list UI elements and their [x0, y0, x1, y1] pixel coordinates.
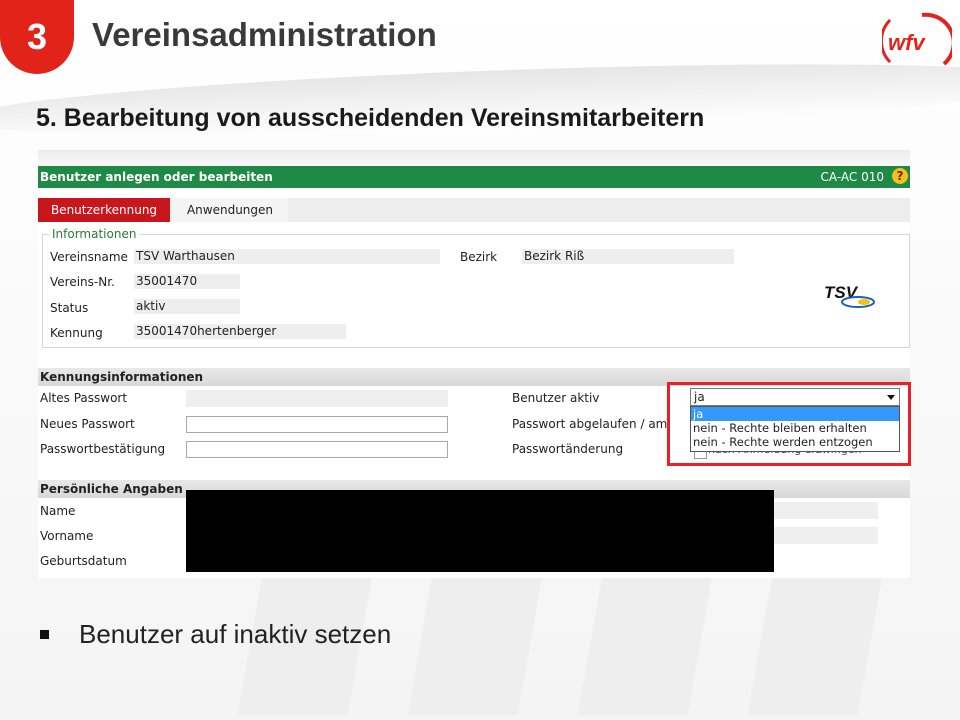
tab-anwendungen[interactable]: Anwendungen	[172, 198, 288, 222]
bezirk-value: Bezirk Riß	[522, 249, 734, 264]
tab-benutzerkennung[interactable]: Benutzerkennung	[38, 198, 170, 222]
tab-bar: Benutzerkennung Anwendungen	[38, 198, 910, 222]
chapter-badge: 3	[0, 0, 74, 74]
status-label: Status	[50, 301, 89, 315]
app-screenshot: Benutzer anlegen oder bearbeiten CA-AC 0…	[38, 150, 911, 578]
passwortaenderung-label: Passwortänderung	[512, 442, 624, 456]
bezirk-label: Bezirk	[460, 250, 498, 264]
passwortbestaetigung-label: Passwortbestätigung	[40, 442, 166, 456]
vorname-label: Vorname	[40, 529, 94, 543]
passwort-abgelaufen-label: Passwort abgelaufen / am	[512, 417, 668, 431]
highlight-frame	[667, 382, 911, 466]
section-subtitle: 5. Bearbeitung von ausscheidenden Verein…	[36, 104, 705, 132]
neues-passwort-input[interactable]	[186, 416, 448, 433]
informationen-legend: Informationen	[49, 227, 140, 241]
passwortbestaetigung-input[interactable]	[186, 441, 448, 458]
neues-passwort-label: Neues Passwort	[40, 417, 135, 431]
club-logo: TSV	[824, 283, 875, 308]
bullet-point: Benutzer auf inaktiv setzen	[40, 619, 391, 650]
status-value: aktiv	[134, 299, 240, 314]
window-top-strip	[38, 150, 910, 166]
altes-passwort-input[interactable]	[186, 390, 448, 407]
benutzer-aktiv-label: Benutzer aktiv	[512, 391, 600, 405]
vereinsname-label: Vereinsname	[50, 250, 128, 264]
altes-passwort-label: Altes Passwort	[40, 391, 128, 405]
geburtsdatum-label: Geburtsdatum	[40, 554, 127, 568]
redaction-block	[186, 490, 774, 572]
name-label: Name	[40, 504, 76, 518]
club-logo-text: TSV	[824, 283, 859, 302]
name-extra-field[interactable]	[774, 502, 878, 519]
window-titlebar: Benutzer anlegen oder bearbeiten CA-AC 0…	[38, 166, 910, 188]
kennung-label: Kennung	[50, 326, 103, 340]
vereinsnr-label: Vereins-Nr.	[50, 275, 115, 289]
bullet-square-icon	[40, 630, 49, 639]
help-icon[interactable]: ?	[892, 168, 908, 184]
bullet-text: Benutzer auf inaktiv setzen	[79, 619, 392, 649]
kennung-value: 35001470hertenberger	[134, 324, 346, 339]
wfv-logo: wfv	[882, 12, 952, 66]
screen-code: CA-AC 010	[820, 170, 885, 184]
window-title: Benutzer anlegen oder bearbeiten	[40, 170, 273, 184]
vereinsnr-value: 35001470	[134, 274, 240, 289]
page-title: Vereinsadministration	[92, 16, 437, 53]
vereinsname-value: TSV Warthausen	[134, 249, 440, 264]
logo-text: wfv	[888, 30, 926, 55]
vorname-extra-field[interactable]	[774, 527, 878, 544]
